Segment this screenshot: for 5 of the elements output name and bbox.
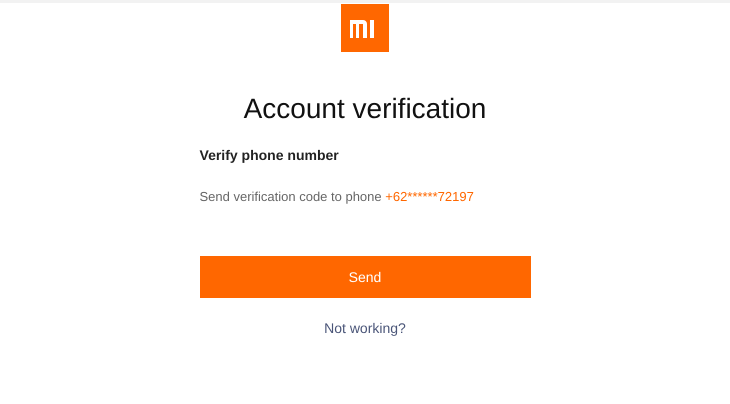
section-heading: Verify phone number: [200, 146, 340, 164]
verification-message: Send verification code to phone +62******72197: [200, 188, 475, 206]
page-title: Account verification: [244, 92, 486, 126]
not-working-link[interactable]: Not working?: [324, 318, 406, 339]
logo-icon: [341, 4, 389, 52]
